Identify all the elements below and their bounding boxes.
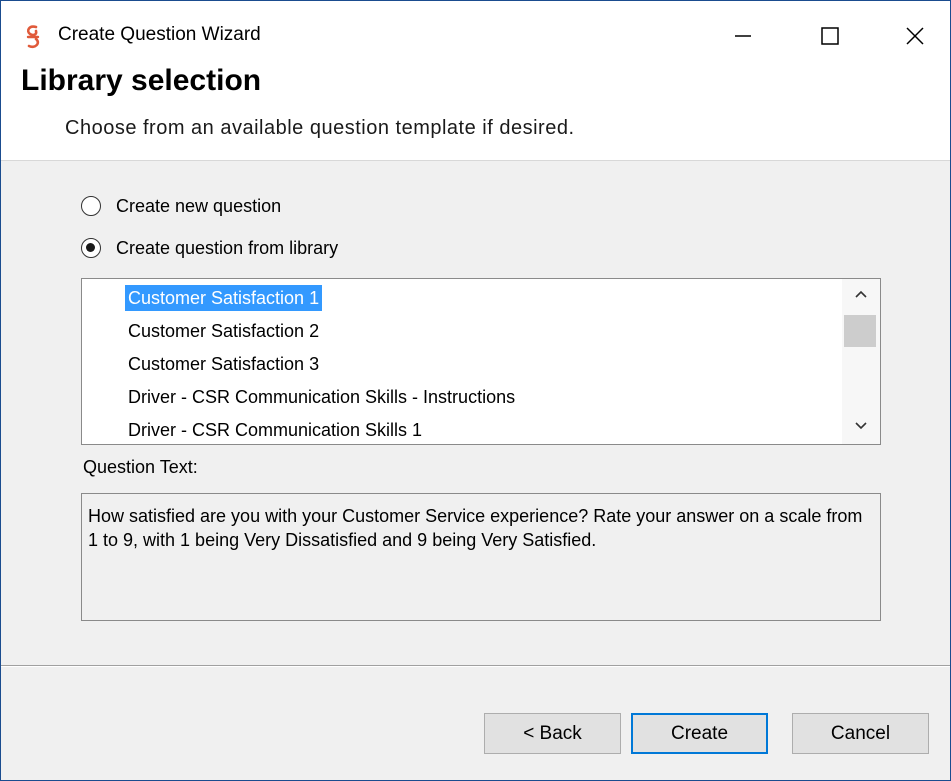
scroll-thumb[interactable] [844,315,876,347]
app-logo-icon [23,23,43,51]
wizard-header: Library selection Choose from an availab… [1,61,950,161]
create-new-question-radio[interactable]: Create new question [81,193,281,219]
back-button[interactable]: < Back [484,713,621,754]
question-text-field[interactable]: How satisfied are you with your Customer… [81,493,881,621]
scroll-up-button[interactable] [842,281,880,309]
minimize-button[interactable] [715,15,771,57]
radio-checked-icon[interactable] [81,238,101,258]
window-title: Create Question Wizard [58,24,261,45]
close-icon [906,27,924,45]
wizard-window: Create Question Wizard Library selection… [0,0,951,781]
page-subtitle: Choose from an available question templa… [65,117,575,139]
library-listbox[interactable]: Customer Satisfaction 1 Customer Satisfa… [81,278,881,445]
list-item-selected[interactable]: Customer Satisfaction 1 [125,285,323,311]
radio-unchecked-icon[interactable] [81,196,101,216]
create-from-library-radio[interactable]: Create question from library [81,235,338,261]
page-title: Library selection [21,64,262,97]
create-button[interactable]: Create [631,713,768,754]
close-button[interactable] [887,15,943,57]
title-bar[interactable]: Create Question Wizard [1,1,950,61]
radio-dot [86,243,95,252]
cancel-button[interactable]: Cancel [792,713,929,754]
maximize-icon [821,27,839,45]
library-scrollbar[interactable] [842,279,880,444]
maximize-button[interactable] [801,15,857,57]
question-text-label: Question Text: [83,457,198,477]
list-item[interactable]: Customer Satisfaction 3 [125,351,322,377]
chevron-up-icon [855,290,867,298]
chevron-down-icon [855,422,867,430]
list-item[interactable]: Customer Satisfaction 2 [125,318,322,344]
create-from-library-label[interactable]: Create question from library [116,238,338,259]
footer-divider [1,665,950,667]
minimize-icon [735,35,751,37]
scroll-down-button[interactable] [842,413,880,441]
create-new-question-label[interactable]: Create new question [116,196,281,217]
list-item[interactable]: Driver - CSR Communication Skills - Inst… [125,384,518,410]
list-item[interactable]: Driver - CSR Communication Skills 1 [125,417,425,443]
